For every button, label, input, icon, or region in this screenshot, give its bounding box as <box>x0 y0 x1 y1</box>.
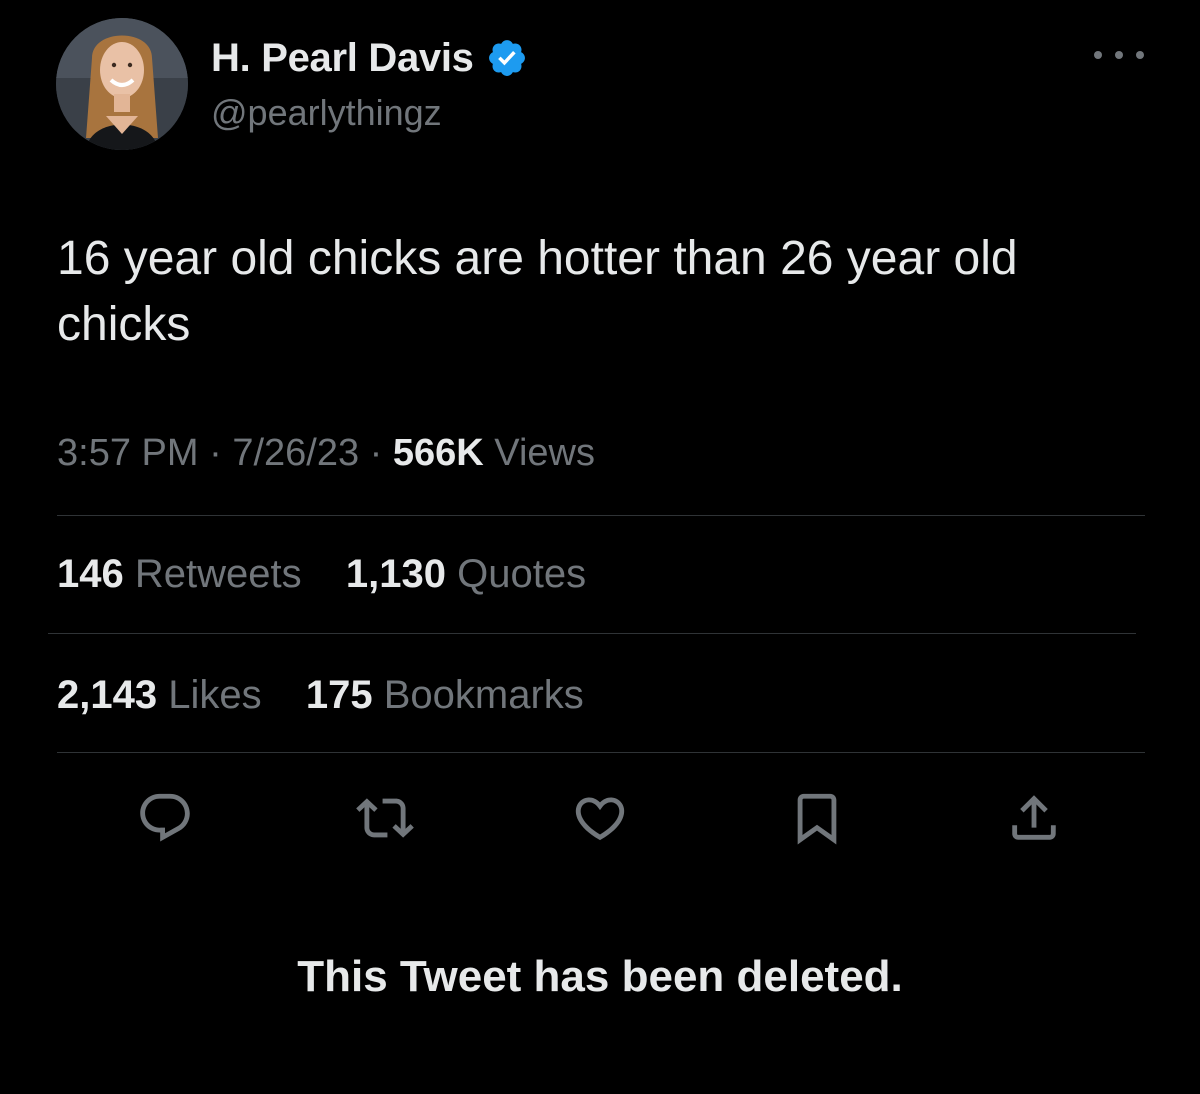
retweets-stat[interactable]: 146 Retweets <box>57 552 313 596</box>
author-display-name[interactable]: H. Pearl Davis <box>211 36 474 81</box>
views-count: 566K <box>392 432 484 474</box>
retweet-icon <box>356 798 414 838</box>
bookmarks-count: 175 <box>305 673 373 717</box>
like-icon <box>575 797 625 841</box>
bookmark-button[interactable] <box>787 788 847 848</box>
more-options-icon[interactable] <box>1094 42 1144 68</box>
retweets-label: Retweets <box>134 552 302 596</box>
meta-separator: · <box>369 432 383 474</box>
author-name-row: H. Pearl Davis <box>211 34 528 82</box>
deleted-notice: This Tweet has been deleted. <box>297 952 903 1001</box>
likes-stat[interactable]: 2,143 Likes <box>57 673 273 717</box>
bookmarks-stat[interactable]: 175 Bookmarks <box>295 673 584 717</box>
quotes-stat[interactable]: 1,130 Quotes <box>335 552 586 596</box>
tweet-date[interactable]: 7/26/23 <box>232 432 359 474</box>
like-button[interactable] <box>570 788 630 848</box>
avatar[interactable] <box>56 18 188 150</box>
author-handle[interactable]: @pearlythingz <box>211 92 442 134</box>
retweet-button[interactable] <box>355 788 415 848</box>
divider <box>57 515 1145 516</box>
verified-badge-icon <box>486 37 528 79</box>
likes-count: 2,143 <box>57 673 158 717</box>
tweet-metadata: 3:57 PM · 7/26/23 · 566K Views <box>57 432 595 475</box>
tweet-time[interactable]: 3:57 PM <box>57 432 199 474</box>
action-bar <box>0 788 1200 848</box>
share-button[interactable] <box>1004 788 1064 848</box>
stats-row-reactions: 2,143 Likes 175 Bookmarks <box>57 673 584 718</box>
retweets-count: 146 <box>57 552 124 596</box>
quotes-label: Quotes <box>457 552 587 596</box>
bookmarks-label: Bookmarks <box>383 673 584 717</box>
reply-icon <box>140 793 190 842</box>
share-icon <box>1012 795 1056 840</box>
tweet-text: 16 year old chicks are hotter than 26 ye… <box>57 232 1018 351</box>
divider <box>57 752 1145 753</box>
views-label: Views <box>494 432 595 474</box>
divider <box>48 633 1136 634</box>
reply-button[interactable] <box>135 788 195 848</box>
stats-row-shares: 146 Retweets 1,130 Quotes <box>57 552 586 597</box>
tweet-detail: H. Pearl Davis @pearlythingz 16 year old… <box>0 0 1200 1094</box>
likes-label: Likes <box>168 673 262 717</box>
bookmark-icon <box>797 793 837 845</box>
avatar-image <box>56 18 188 150</box>
quotes-count: 1,130 <box>345 552 446 596</box>
meta-separator: · <box>209 432 222 474</box>
